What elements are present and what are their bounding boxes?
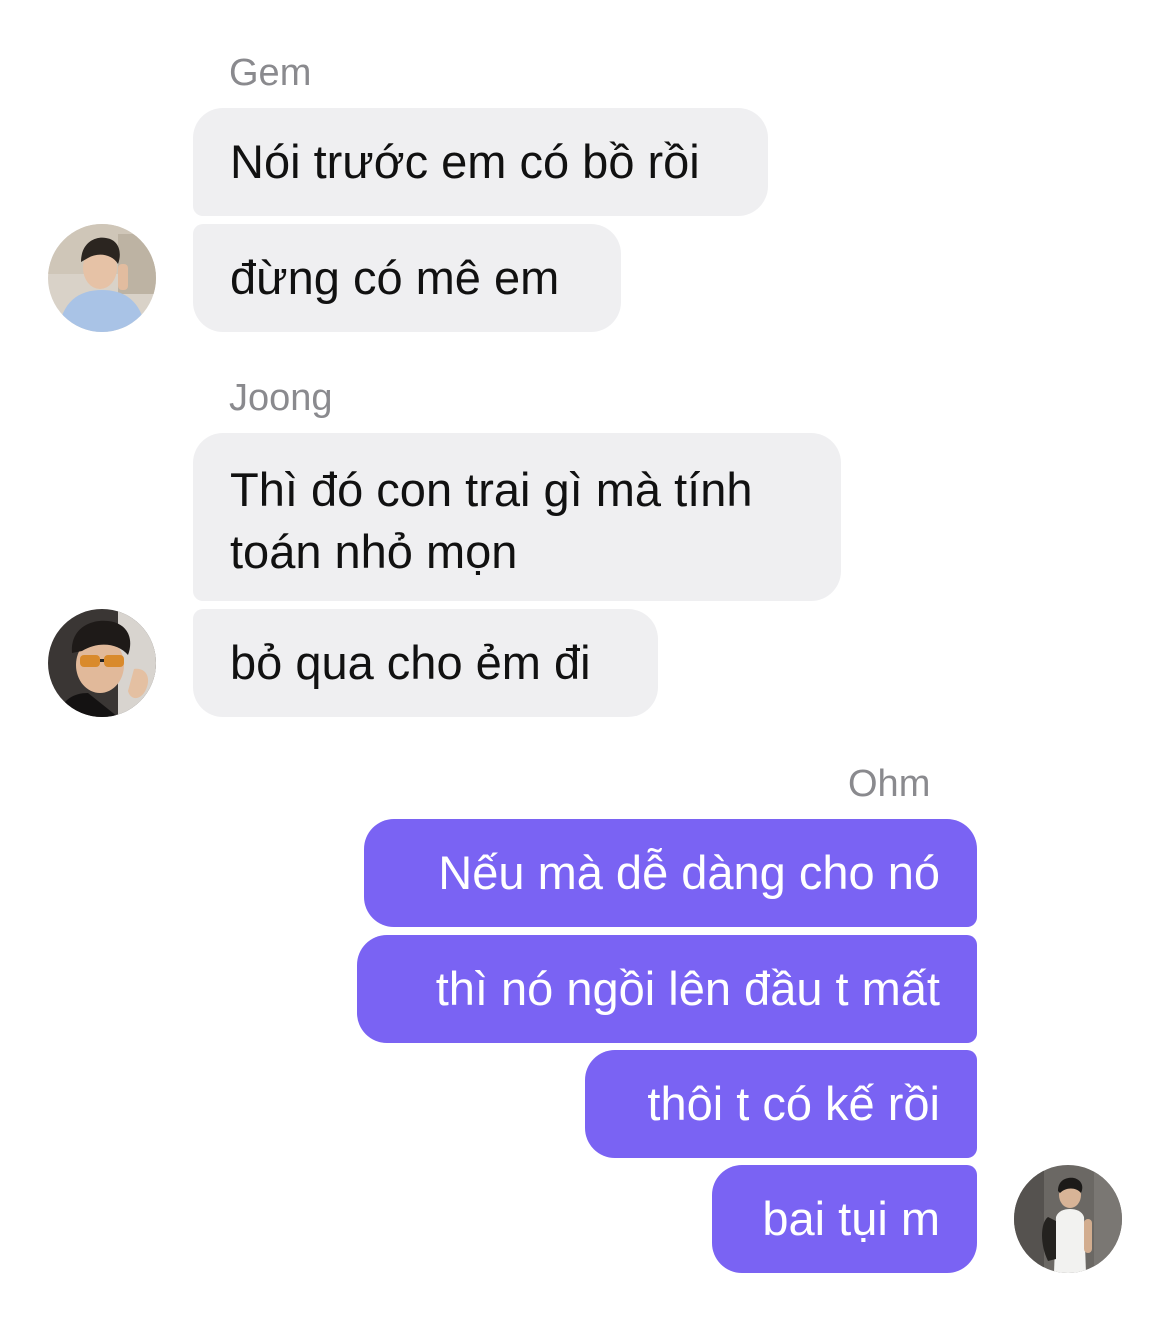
avatar-joong-photo xyxy=(48,609,156,717)
message-bubble[interactable]: đừng có mê em xyxy=(193,224,621,332)
message-text: bai tụi m xyxy=(762,1192,940,1245)
avatar-gem[interactable] xyxy=(48,224,156,332)
message-bubble[interactable]: Nếu mà dễ dàng cho nó xyxy=(364,819,977,927)
sender-name-joong: Joong xyxy=(229,377,333,419)
sender-name-ohm: Ohm xyxy=(848,763,931,805)
message-bubble[interactable]: bai tụi m xyxy=(712,1165,977,1273)
avatar-joong[interactable] xyxy=(48,609,156,717)
avatar-ohm[interactable] xyxy=(1014,1165,1122,1273)
message-bubble[interactable]: bỏ qua cho ẻm đi xyxy=(193,609,658,717)
avatar-ohm-photo xyxy=(1014,1165,1122,1273)
message-bubble[interactable]: thôi t có kế rồi xyxy=(585,1050,977,1158)
message-text: Nói trước em có bồ rồi xyxy=(230,135,700,188)
message-text: thì nó ngồi lên đầu t mất xyxy=(435,962,940,1015)
message-text: thôi t có kế rồi xyxy=(647,1077,940,1130)
message-bubble[interactable]: Nói trước em có bồ rồi xyxy=(193,108,768,216)
avatar-gem-photo xyxy=(48,224,156,332)
message-text: đừng có mê em xyxy=(230,251,560,304)
message-text-line-1: Thì đó con trai gì mà tính xyxy=(230,463,753,516)
sender-name-gem: Gem xyxy=(229,52,312,94)
message-text: Nếu mà dễ dàng cho nó xyxy=(438,846,940,899)
message-bubble[interactable]: thì nó ngồi lên đầu t mất xyxy=(357,935,977,1043)
message-text: bỏ qua cho ẻm đi xyxy=(230,636,591,689)
message-text-line-2: toán nhỏ mọn xyxy=(230,525,518,578)
message-bubble[interactable]: Thì đó con trai gì mà tính toán nhỏ mọn xyxy=(193,433,841,601)
